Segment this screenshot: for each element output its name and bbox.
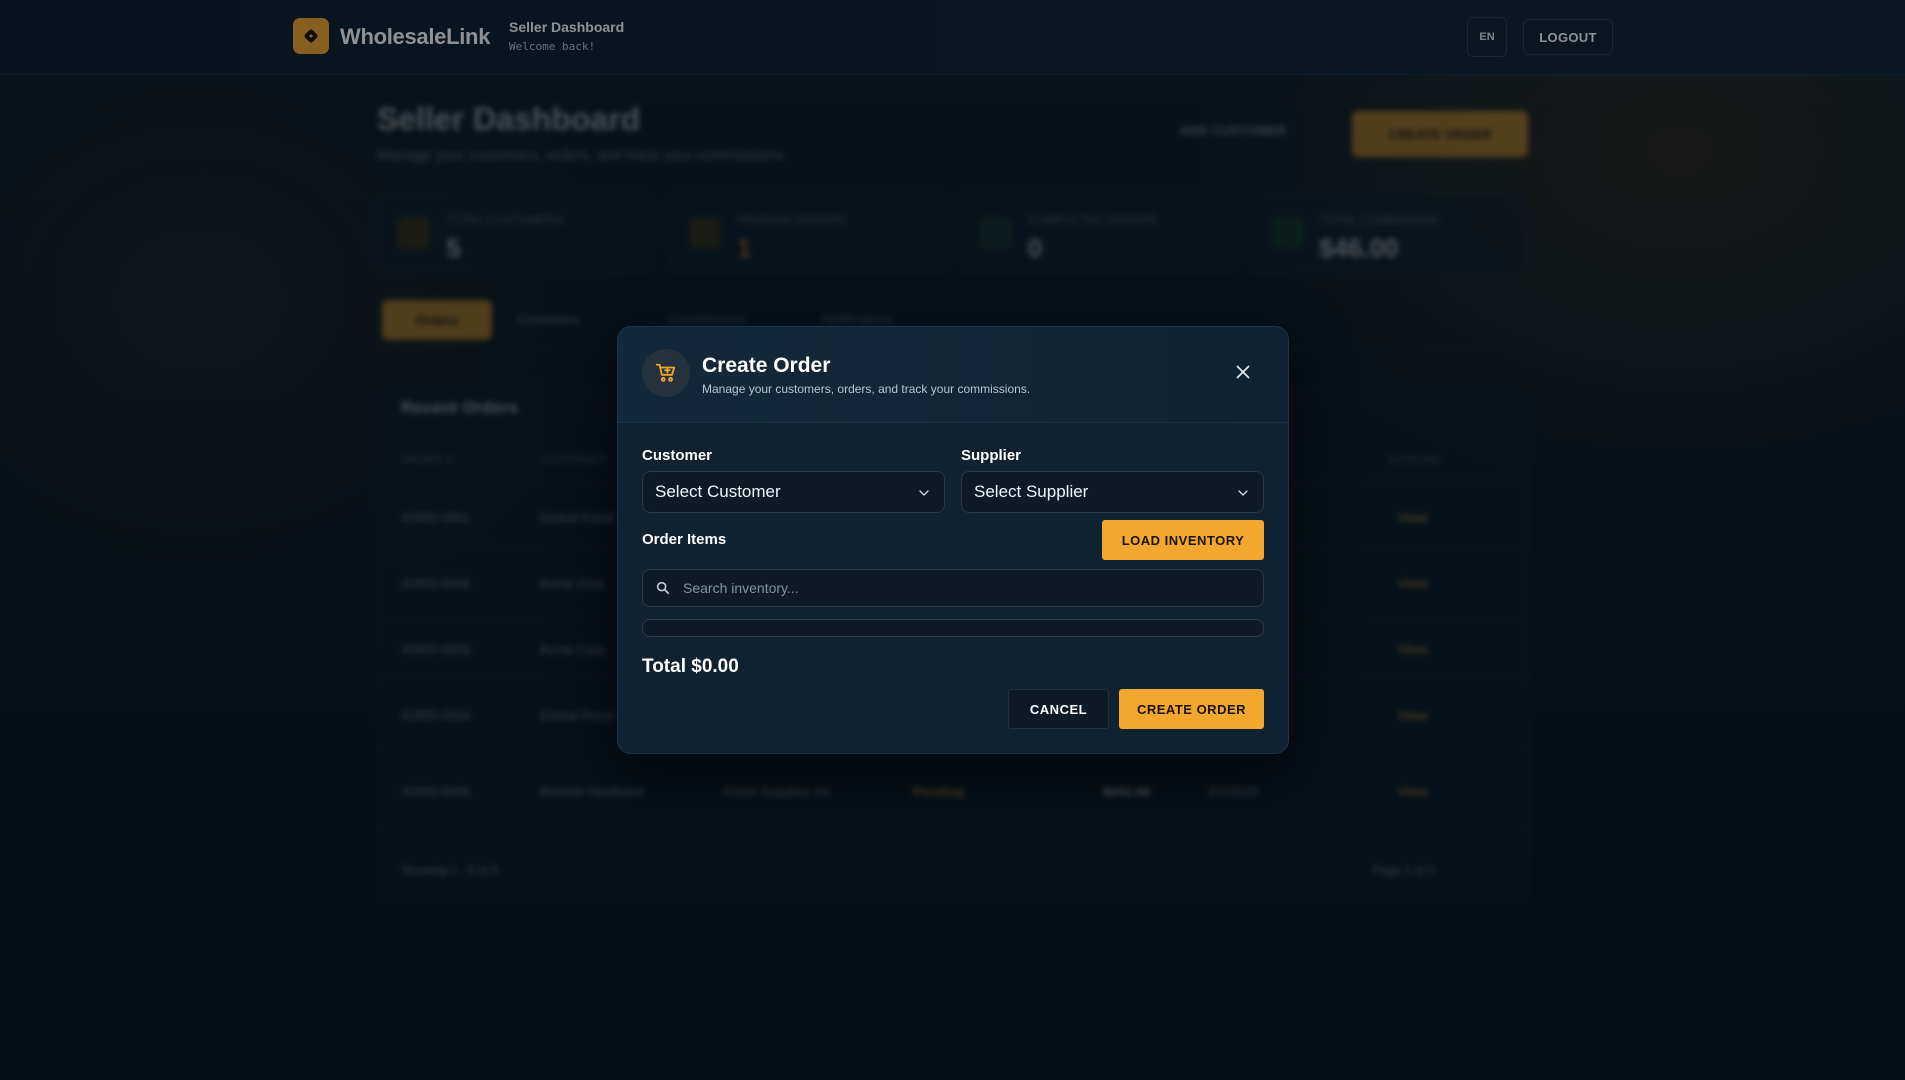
modal-subtitle: Manage your customers, orders, and track… (702, 382, 1031, 396)
customer-select-value: Select Customer (655, 482, 781, 501)
chevron-down-icon (919, 490, 929, 496)
search-icon (656, 581, 670, 595)
close-icon[interactable] (1232, 361, 1254, 383)
supplier-select[interactable]: Select Supplier (961, 471, 1264, 513)
chevron-down-icon (1238, 490, 1248, 496)
order-items-label: Order Items (642, 531, 727, 548)
modal-title: Create Order (702, 354, 831, 377)
order-items-list (642, 619, 1264, 637)
modal-header: Create Order Manage your customers, orde… (618, 327, 1288, 423)
inventory-search (642, 569, 1264, 607)
cancel-button[interactable]: CANCEL (1008, 689, 1109, 729)
order-total: Total $0.00 (642, 656, 739, 677)
create-order-button[interactable]: CREATE ORDER (1119, 689, 1264, 729)
customer-label: Customer (642, 447, 713, 464)
create-order-modal: Create Order Manage your customers, orde… (617, 326, 1289, 754)
supplier-select-value: Select Supplier (974, 482, 1089, 501)
supplier-label: Supplier (961, 447, 1022, 464)
search-input[interactable] (683, 570, 1253, 606)
load-inventory-button[interactable]: LOAD INVENTORY (1102, 520, 1264, 560)
customer-select[interactable]: Select Customer (642, 471, 945, 513)
cart-icon (642, 349, 690, 397)
